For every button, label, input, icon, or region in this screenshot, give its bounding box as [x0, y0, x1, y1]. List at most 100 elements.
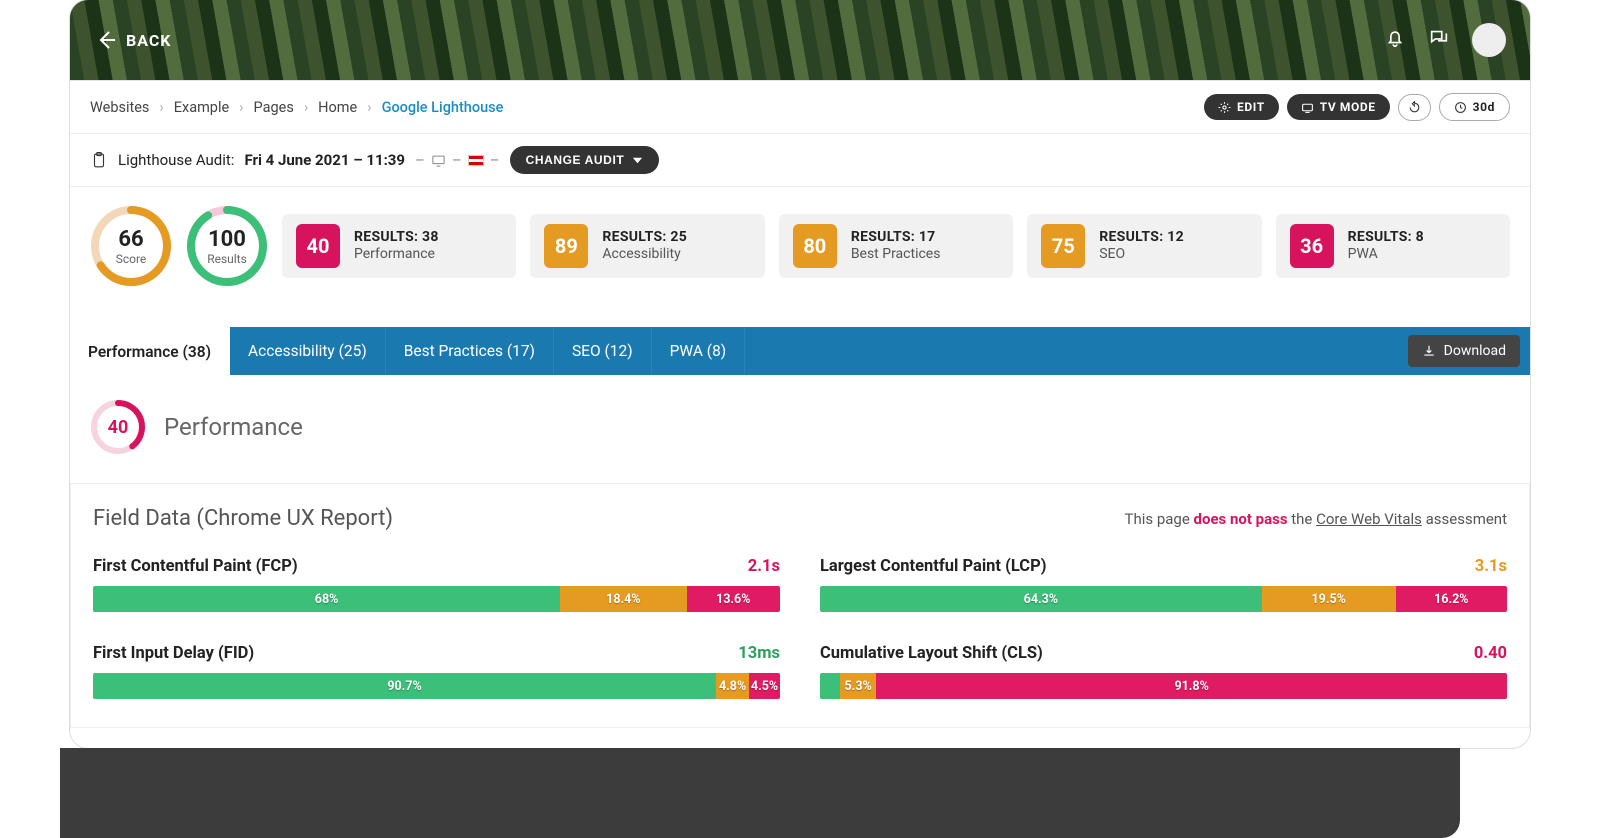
- cwv-assessment: This page does not pass the Core Web Vit…: [1125, 510, 1507, 528]
- tab[interactable]: PWA (8): [652, 327, 746, 375]
- metric-value: 3.1s: [1475, 557, 1507, 576]
- score-label: Score: [116, 252, 147, 266]
- audit-label: Lighthouse Audit:: [118, 151, 234, 169]
- chat-button[interactable]: [1428, 27, 1450, 53]
- category-score: 75: [1041, 224, 1085, 268]
- download-label: Download: [1444, 343, 1506, 359]
- flag-icon: [468, 155, 484, 166]
- category-results: RESULTS: 38: [354, 229, 439, 247]
- metric-name: Largest Contentful Paint (LCP): [820, 557, 1047, 576]
- hero-banner: BACK: [70, 0, 1530, 80]
- bar-segment: 90.7%: [93, 673, 716, 699]
- metric-value: 2.1s: [748, 557, 780, 576]
- category-score: 36: [1290, 224, 1334, 268]
- bar-segment: 4.8%: [716, 673, 749, 699]
- results-ring: 100Results: [186, 205, 268, 287]
- chat-icon: [1428, 27, 1450, 49]
- avatar[interactable]: [1472, 23, 1506, 57]
- back-label: BACK: [126, 31, 171, 50]
- bar-segment: 4.5%: [749, 673, 780, 699]
- audit-date: Fri 4 June 2021 – 11:39: [244, 151, 405, 169]
- assess-fail: does not pass: [1194, 510, 1288, 528]
- category-card[interactable]: 36 RESULTS: 8 PWA: [1276, 214, 1510, 278]
- metric-value: 13ms: [738, 644, 780, 663]
- metric-name: First Contentful Paint (FCP): [93, 557, 298, 576]
- metric: First Contentful Paint (FCP) 2.1s 68%18.…: [93, 557, 780, 612]
- category-card[interactable]: 89 RESULTS: 25 Accessibility: [530, 214, 764, 278]
- crumb-lighthouse[interactable]: Google Lighthouse: [382, 99, 504, 116]
- tab[interactable]: SEO (12): [554, 327, 652, 375]
- metric: Cumulative Layout Shift (CLS) 0.40 5.3%9…: [820, 644, 1507, 699]
- field-title: Field Data (Chrome UX Report): [93, 506, 393, 531]
- crumb-example[interactable]: Example: [174, 99, 229, 116]
- category-score: 40: [296, 224, 340, 268]
- metric-value: 0.40: [1474, 644, 1507, 663]
- clipboard-icon: [90, 150, 108, 170]
- category-card[interactable]: 80 RESULTS: 17 Best Practices: [779, 214, 1013, 278]
- tabs: Performance (38)Accessibility (25)Best P…: [70, 327, 1530, 375]
- metric: First Input Delay (FID) 13ms 90.7%4.8%4.…: [93, 644, 780, 699]
- category-card[interactable]: 40 RESULTS: 38 Performance: [282, 214, 516, 278]
- crumb-websites[interactable]: Websites: [90, 99, 149, 116]
- bar-segment: 91.8%: [876, 673, 1507, 699]
- caret-down-icon: [632, 155, 643, 166]
- category-card[interactable]: 75 RESULTS: 12 SEO: [1027, 214, 1261, 278]
- category-results: RESULTS: 25: [602, 229, 687, 247]
- performance-header: 40 Performance: [70, 375, 1530, 483]
- perf-score-value: 40: [90, 399, 146, 455]
- crumb-pages[interactable]: Pages: [254, 99, 294, 116]
- bell-icon: [1384, 27, 1406, 49]
- distribution-bar: 68%18.4%13.6%: [93, 586, 780, 612]
- tab[interactable]: Performance (38): [70, 327, 230, 375]
- distribution-bar: 5.3%91.8%: [820, 673, 1507, 699]
- category-results: RESULTS: 17: [851, 229, 941, 247]
- back-button[interactable]: BACK: [94, 28, 171, 52]
- category-cards: 40 RESULTS: 38 Performance 89 RESULTS: 2…: [282, 214, 1510, 278]
- download-icon: [1422, 344, 1436, 358]
- breadcrumb: Websites› Example› Pages› Home› Google L…: [90, 99, 503, 116]
- score-value: 66: [118, 227, 143, 252]
- cwv-link[interactable]: Core Web Vitals: [1316, 510, 1422, 528]
- bar-segment: 68%: [93, 586, 560, 612]
- audit-bar: Lighthouse Audit: Fri 4 June 2021 – 11:3…: [70, 133, 1530, 187]
- tab[interactable]: Best Practices (17): [386, 327, 554, 375]
- desktop-icon: [431, 153, 446, 168]
- arrow-left-icon: [94, 28, 118, 52]
- hero-actions: [1384, 23, 1506, 57]
- app-window: BACK Websites› Example› Pages› Home› Goo…: [70, 0, 1530, 748]
- metrics-grid: First Contentful Paint (FCP) 2.1s 68%18.…: [93, 557, 1507, 699]
- change-audit-button[interactable]: CHANGE AUDIT: [510, 146, 660, 174]
- bar-segment: 64.3%: [820, 586, 1262, 612]
- topbar: Websites› Example› Pages› Home› Google L…: [70, 80, 1530, 133]
- edit-button[interactable]: EDIT: [1204, 94, 1279, 120]
- crumb-home[interactable]: Home: [318, 99, 357, 116]
- change-audit-label: CHANGE AUDIT: [526, 153, 625, 167]
- metric: Largest Contentful Paint (LCP) 3.1s 64.3…: [820, 557, 1507, 612]
- tab[interactable]: Accessibility (25): [230, 327, 386, 375]
- top-actions: EDIT TV MODE 30d: [1204, 93, 1510, 121]
- bar-segment: 5.3%: [840, 673, 876, 699]
- category-results: RESULTS: 12: [1099, 229, 1184, 247]
- distribution-bar: 64.3%19.5%16.2%: [820, 586, 1507, 612]
- field-data-section: Field Data (Chrome UX Report) This page …: [70, 483, 1530, 728]
- bar-segment: 13.6%: [687, 586, 780, 612]
- perf-score-ring: 40: [90, 399, 146, 455]
- download-button[interactable]: Download: [1408, 335, 1520, 367]
- metric-name: Cumulative Layout Shift (CLS): [820, 644, 1043, 663]
- bell-button[interactable]: [1384, 27, 1406, 53]
- category-score: 89: [544, 224, 588, 268]
- tv-label: TV MODE: [1320, 100, 1376, 114]
- section-header: Field Data (Chrome UX Report) This page …: [93, 506, 1507, 531]
- edit-label: EDIT: [1237, 100, 1265, 114]
- distribution-bar: 90.7%4.8%4.5%: [93, 673, 780, 699]
- period-button[interactable]: 30d: [1439, 93, 1510, 121]
- category-name: Best Practices: [851, 246, 941, 264]
- refresh-button[interactable]: [1398, 94, 1431, 121]
- perf-title: Performance: [164, 413, 303, 441]
- score-ring: 66Score: [90, 205, 172, 287]
- metric-name: First Input Delay (FID): [93, 644, 254, 663]
- tv-mode-button[interactable]: TV MODE: [1287, 94, 1390, 120]
- category-name: SEO: [1099, 246, 1184, 264]
- category-score: 80: [793, 224, 837, 268]
- summary-row: 66Score 100Results 40 RESULTS: 38 Perfor…: [70, 187, 1530, 305]
